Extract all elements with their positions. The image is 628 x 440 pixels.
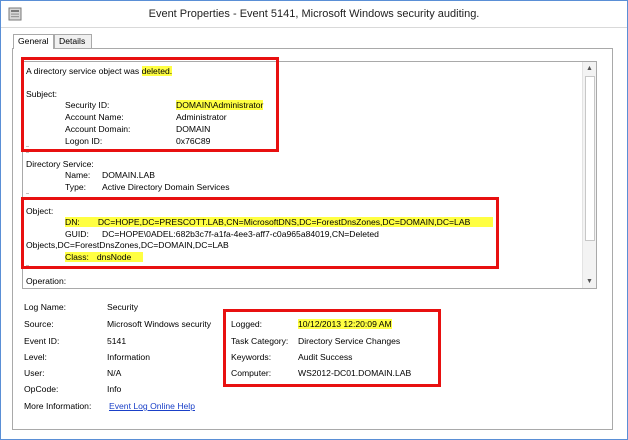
class-value: dnsNode [96, 252, 132, 262]
account-domain-value: DOMAIN [176, 124, 211, 134]
task-category-value: Directory Service Changes [298, 336, 401, 346]
more-info-label: More Information: [24, 401, 92, 411]
user-label: User: [24, 368, 45, 378]
event-description-box[interactable]: A directory service object was deleted. … [22, 61, 597, 289]
log-name-value: Security [107, 302, 139, 312]
source-label: Source: [24, 319, 54, 329]
account-name-label: Account Name: [65, 112, 124, 122]
scroll-down-icon[interactable]: ▼ [583, 275, 596, 288]
keywords-value: Audit Success [298, 352, 353, 362]
left-margin-mark [26, 265, 29, 266]
log-name-label: Log Name: [24, 302, 67, 312]
guid-value: DC=HOPE\0ADEL:682b3c7f-a1fa-4ee3-aff7-c0… [102, 229, 379, 239]
source-value: Microsoft Windows security [107, 319, 212, 329]
event-id-label: Event ID: [24, 336, 60, 346]
window-title: Event Properties - Event 5141, Microsoft… [148, 8, 480, 20]
dn-value: DC=HOPE,DC=PRESCOTT.LAB,CN=MicrosoftDNS,… [97, 217, 471, 227]
title-bar[interactable]: Event Properties - Event 5141, Microsoft… [1, 1, 627, 28]
description-scrollbar[interactable]: ▲ ▼ [582, 62, 596, 288]
left-margin-mark [26, 193, 29, 194]
level-value: Information [107, 352, 150, 362]
keywords-label: Keywords: [231, 352, 272, 362]
object-header: Object: [26, 206, 54, 216]
class-label: Class: [65, 252, 89, 262]
logged-value: 10/12/2013 12:20:09 AM [298, 319, 392, 329]
guid-continuation: Objects,DC=ForestDnsZones,DC=DOMAIN,DC=L… [26, 240, 229, 250]
opcode-label: OpCode: [24, 384, 59, 394]
tab-general[interactable]: General [13, 34, 54, 49]
level-label: Level: [24, 352, 47, 362]
left-margin-mark [26, 152, 29, 153]
logon-id-value: 0x76C89 [176, 136, 211, 146]
scroll-thumb[interactable] [585, 76, 595, 241]
ds-name-value: DOMAIN.LAB [102, 170, 156, 180]
computer-value: WS2012-DC01.DOMAIN.LAB [298, 368, 412, 378]
ds-type-label: Type: [65, 182, 87, 192]
operation-header: Operation: [26, 276, 67, 286]
directory-service-header: Directory Service: [26, 159, 94, 169]
ds-type-value: Active Directory Domain Services [102, 182, 230, 192]
dn-label: DN: [65, 217, 80, 227]
left-margin-mark [26, 146, 29, 147]
subject-header: Subject: [26, 89, 58, 99]
computer-label: Computer: [231, 368, 272, 378]
guid-label: GUID: [65, 229, 89, 239]
intro-text: A directory service object was [26, 66, 142, 76]
security-id-value: DOMAIN\Administrator [176, 100, 264, 110]
event-id-value: 5141 [107, 336, 127, 346]
intro-line: A directory service object was deleted. [26, 66, 173, 76]
object-dn-line: DN: DC=HOPE,DC=PRESCOTT.LAB,CN=MicrosoftD… [65, 217, 493, 227]
task-category-label: Task Category: [231, 336, 289, 346]
event-properties-window: Event Properties - Event 5141, Microsoft… [0, 0, 628, 440]
logon-id-label: Logon ID: [65, 136, 103, 146]
event-description-text: A directory service object was deleted. … [23, 62, 583, 288]
user-value: N/A [107, 368, 122, 378]
opcode-value: Info [107, 384, 122, 394]
security-id-label: Security ID: [65, 100, 110, 110]
object-class-line: Class: dnsNode [65, 252, 143, 262]
account-name-value: Administrator [176, 112, 227, 122]
scroll-up-icon[interactable]: ▲ [583, 62, 596, 75]
event-log-help-link[interactable]: Event Log Online Help [109, 401, 195, 411]
ds-name-label: Name: [65, 170, 91, 180]
deleted-highlight: deleted. [141, 66, 173, 76]
logged-label: Logged: [231, 319, 263, 329]
tab-details[interactable]: Details [54, 34, 92, 48]
account-domain-label: Account Domain: [65, 124, 131, 134]
